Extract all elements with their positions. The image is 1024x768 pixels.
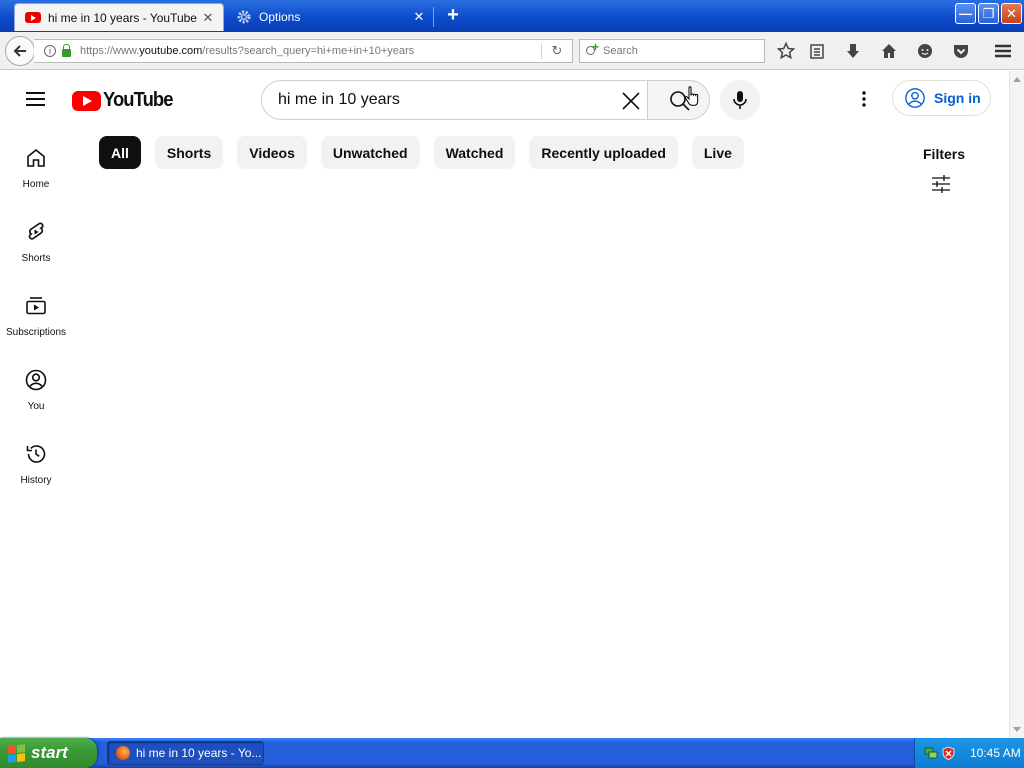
more-options-icon[interactable]: [854, 89, 874, 109]
taskbar-firefox-window[interactable]: hi me in 10 years - Yo...: [107, 741, 264, 765]
back-arrow-icon: [13, 45, 26, 57]
search-box: [261, 80, 648, 120]
sidebar-label: You: [27, 401, 45, 412]
task-label: hi me in 10 years - Yo...: [136, 746, 262, 760]
search-button[interactable]: [647, 80, 710, 120]
tab-label: hi me in 10 years - YouTube: [48, 10, 197, 25]
firefox-icon: [116, 746, 130, 760]
home-icon: [27, 148, 45, 167]
security-shield-icon[interactable]: [942, 746, 955, 760]
guide-menu-button[interactable]: [26, 91, 46, 107]
sidebar-item-shorts[interactable]: Shorts: [0, 220, 72, 294]
subscriptions-icon: [26, 297, 46, 315]
sidebar-item-history[interactable]: History: [0, 442, 72, 516]
page-scrollbar[interactable]: [1009, 71, 1024, 738]
scroll-down-icon[interactable]: [1013, 727, 1021, 732]
chip-videos[interactable]: Videos: [237, 136, 307, 169]
sidebar-label: Shorts: [21, 253, 51, 264]
close-window-button[interactable]: ✕: [1001, 3, 1022, 24]
tab-label: Options: [259, 10, 301, 24]
windows-flag-icon: [8, 743, 25, 763]
sidebar-label: Subscriptions: [5, 327, 67, 338]
account-icon: [905, 88, 925, 108]
system-tray: 10:45 AM: [914, 738, 1024, 768]
sidebar-item-you[interactable]: You: [0, 368, 72, 442]
clock: 10:45 AM: [970, 746, 1021, 760]
chip-unwatched[interactable]: Unwatched: [320, 136, 420, 169]
sidebar-label: Home: [22, 179, 50, 190]
start-button[interactable]: start: [0, 738, 97, 768]
browser-toolbar: i https://www.youtube.com/results?search…: [0, 32, 1024, 70]
close-tab-icon[interactable]: ✕: [412, 9, 426, 25]
address-bar[interactable]: i https://www.youtube.com/results?search…: [34, 39, 573, 63]
chip-watched[interactable]: Watched: [433, 136, 516, 169]
youtube-page: YouTube Sign in All Shorts: [0, 71, 1009, 738]
restore-button[interactable]: ❐: [978, 3, 999, 24]
browser-search-box[interactable]: Search: [579, 39, 765, 63]
tab-youtube[interactable]: hi me in 10 years - YouTube ✕: [14, 3, 224, 31]
filters-button[interactable]: Filters: [923, 146, 965, 162]
sidebar-item-home[interactable]: Home: [0, 146, 72, 220]
filter-chips: All Shorts Videos Unwatched Watched Rece…: [99, 136, 758, 169]
filters-sliders-icon[interactable]: [930, 174, 952, 194]
search-input[interactable]: [278, 89, 598, 111]
chip-shorts[interactable]: Shorts: [154, 136, 224, 169]
search-placeholder: Search: [603, 45, 638, 57]
mouse-cursor-icon: [684, 86, 699, 106]
info-icon[interactable]: i: [44, 45, 56, 57]
back-button[interactable]: [5, 36, 35, 66]
history-icon: [26, 445, 46, 463]
youtube-favicon-icon: [25, 12, 41, 23]
voice-search-button[interactable]: [720, 80, 760, 120]
logo-text: YouTube: [103, 89, 173, 111]
chip-all[interactable]: All: [99, 136, 141, 169]
youtube-logo[interactable]: YouTube: [72, 89, 179, 112]
tab-options[interactable]: Options ✕: [226, 3, 434, 31]
url-text[interactable]: https://www.youtube.com/results?search_q…: [80, 45, 541, 57]
search-engine-icon[interactable]: [585, 40, 601, 58]
you-icon: [25, 369, 47, 391]
shorts-icon: [28, 222, 44, 240]
sign-in-label: Sign in: [934, 90, 981, 106]
scroll-up-icon[interactable]: [1013, 77, 1021, 82]
pocket-icon[interactable]: [951, 41, 971, 61]
gear-icon: [237, 10, 251, 24]
start-label: start: [31, 743, 68, 762]
minimize-button[interactable]: —: [955, 3, 976, 24]
reload-icon[interactable]: ↻: [542, 43, 572, 59]
menu-icon[interactable]: [993, 41, 1013, 61]
taskbar: start hi me in 10 years - Yo... 10:45 AM: [0, 738, 1024, 768]
home-browser-icon[interactable]: [879, 41, 899, 61]
youtube-play-icon: [72, 90, 101, 111]
browser-tab-strip: hi me in 10 years - YouTube ✕ Options ✕ …: [0, 0, 1024, 32]
sidebar-item-subscriptions[interactable]: Subscriptions: [0, 294, 72, 368]
download-icon[interactable]: [843, 41, 863, 61]
close-tab-icon[interactable]: ✕: [201, 10, 215, 26]
chip-live[interactable]: Live: [691, 136, 744, 169]
sign-in-button[interactable]: Sign in: [892, 80, 991, 116]
chat-icon[interactable]: [915, 41, 935, 61]
sidebar-label: History: [20, 475, 52, 486]
bookmark-star-icon[interactable]: [776, 41, 796, 61]
network-icon[interactable]: [924, 746, 938, 760]
lock-icon: [62, 43, 71, 57]
microphone-icon: [733, 91, 747, 109]
chip-recently-uploaded[interactable]: Recently uploaded: [529, 136, 678, 169]
new-tab-button[interactable]: +: [444, 5, 462, 25]
clear-search-icon[interactable]: [620, 90, 642, 112]
bookmarks-list-icon[interactable]: [807, 41, 827, 61]
